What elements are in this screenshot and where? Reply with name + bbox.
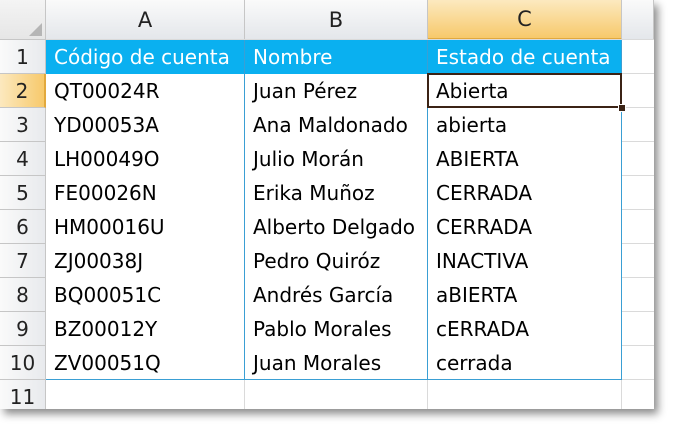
- row-header-8[interactable]: 8: [0, 278, 46, 312]
- row-header-9[interactable]: 9: [0, 312, 46, 346]
- table-cell[interactable]: QT00024R: [46, 74, 245, 108]
- row-header-1[interactable]: 1: [0, 40, 46, 74]
- spreadsheet-window: A B C 1 2 3 4 5 6 7 8 9 10 11 Código de cuenta Nombre Es…: [0, 0, 654, 409]
- row-header-2[interactable]: 2: [0, 74, 46, 108]
- column-header-a[interactable]: A: [46, 0, 245, 40]
- row-header-3[interactable]: 3: [0, 108, 46, 142]
- table-cell[interactable]: Andrés García: [245, 278, 428, 312]
- table-cell[interactable]: Abierta: [428, 74, 622, 108]
- table-header-cell[interactable]: Código de cuenta: [46, 40, 245, 74]
- table-cell[interactable]: CERRADA: [428, 210, 622, 244]
- row-header-6[interactable]: 6: [0, 210, 46, 244]
- table-cell[interactable]: Erika Muñoz: [245, 176, 428, 210]
- table-cell[interactable]: Ana Maldonado: [245, 108, 428, 142]
- table-cell[interactable]: Alberto Delgado: [245, 210, 428, 244]
- table-cell[interactable]: INACTIVA: [428, 244, 622, 278]
- table-cell[interactable]: ABIERTA: [428, 142, 622, 176]
- table-cell[interactable]: LH00049O: [46, 142, 245, 176]
- table-cell[interactable]: HM00016U: [46, 210, 245, 244]
- row-header-4[interactable]: 4: [0, 142, 46, 176]
- select-all-corner[interactable]: [0, 0, 46, 40]
- table-cell[interactable]: YD00053A: [46, 108, 245, 142]
- table-cell[interactable]: cERRADA: [428, 312, 622, 346]
- column-header-empty[interactable]: [622, 0, 654, 40]
- table-cell[interactable]: ZJ00038J: [46, 244, 245, 278]
- table-cell[interactable]: CERRADA: [428, 176, 622, 210]
- table-cell[interactable]: BZ00012Y: [46, 312, 245, 346]
- table-cell[interactable]: abierta: [428, 108, 622, 142]
- table-cell[interactable]: Juan Pérez: [245, 74, 428, 108]
- row-header-5[interactable]: 5: [0, 176, 46, 210]
- table-cell[interactable]: Pablo Morales: [245, 312, 428, 346]
- row-header-7[interactable]: 7: [0, 244, 46, 278]
- table-cell[interactable]: ZV00051Q: [46, 346, 245, 380]
- fill-handle[interactable]: [618, 104, 626, 112]
- table-cell[interactable]: Juan Morales: [245, 346, 428, 380]
- select-all-triangle-icon[interactable]: [29, 23, 42, 36]
- table-header-cell[interactable]: Nombre: [245, 40, 428, 74]
- row-header-11[interactable]: 11: [0, 380, 46, 409]
- column-header-b[interactable]: B: [245, 0, 428, 40]
- table-cell[interactable]: Pedro Quiróz: [245, 244, 428, 278]
- table-header-cell[interactable]: Estado de cuenta: [428, 40, 622, 74]
- table-cell[interactable]: cerrada: [428, 346, 622, 380]
- table-cell[interactable]: aBIERTA: [428, 278, 622, 312]
- row-header-10[interactable]: 10: [0, 346, 46, 380]
- column-header-c[interactable]: C: [428, 0, 622, 40]
- table-cell[interactable]: Julio Morán: [245, 142, 428, 176]
- table-cell[interactable]: BQ00051C: [46, 278, 245, 312]
- table-cell[interactable]: FE00026N: [46, 176, 245, 210]
